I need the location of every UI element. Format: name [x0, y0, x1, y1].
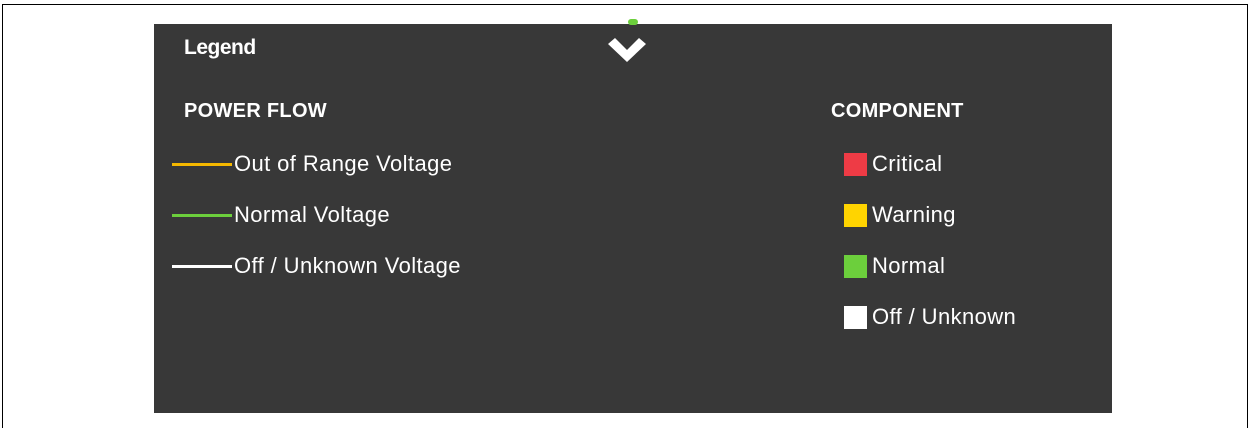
component-item-normal: Normal [844, 251, 945, 281]
power-flow-item-normal: Normal Voltage [172, 200, 390, 230]
power-flow-item-out-of-range: Out of Range Voltage [172, 149, 452, 179]
component-heading: COMPONENT [831, 100, 964, 122]
power-flow-item-label: Off / Unknown Voltage [234, 253, 461, 278]
legend-title: Legend [184, 36, 256, 59]
off-unknown-line-swatch [172, 264, 232, 268]
component-item-label: Normal [872, 253, 946, 278]
normal-line-swatch [172, 213, 232, 217]
critical-color-swatch [844, 152, 867, 176]
out-of-range-line-swatch [172, 162, 232, 166]
chevron-down-icon[interactable] [606, 38, 648, 68]
power-flow-item-label: Normal Voltage [234, 202, 391, 227]
status-indicator-dot [628, 19, 638, 25]
component-item-label: Off / Unknown [872, 304, 1017, 329]
component-item-critical: Critical [844, 149, 942, 179]
component-item-warning: Warning [844, 200, 956, 230]
power-flow-heading: POWER FLOW [184, 100, 327, 122]
legend-panel: Legend POWER FLOW COMPONENT Out of Range… [154, 19, 1112, 413]
component-item-off-unknown: Off / Unknown [844, 302, 1016, 332]
component-item-label: Warning [872, 202, 956, 227]
power-flow-item-off-unknown: Off / Unknown Voltage [172, 251, 461, 281]
component-item-label: Critical [872, 151, 943, 176]
off-unknown-color-swatch [844, 305, 867, 329]
warning-color-swatch [844, 203, 867, 227]
normal-color-swatch [844, 254, 867, 278]
power-flow-item-label: Out of Range Voltage [234, 151, 453, 176]
